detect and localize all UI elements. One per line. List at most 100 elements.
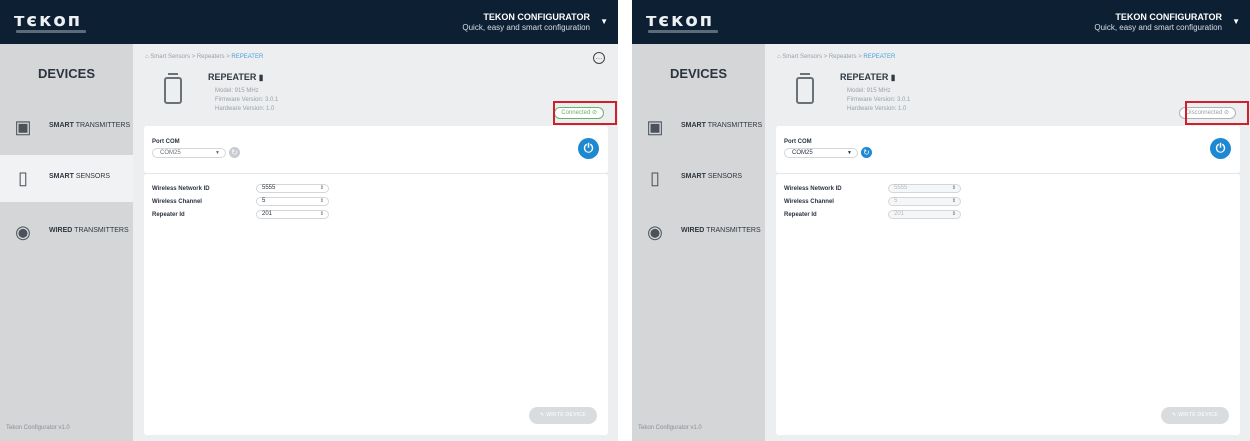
app-version: Tekon Configurator v1.0 <box>6 425 70 431</box>
breadcrumb-repeaters[interactable]: Repeaters <box>829 54 857 60</box>
sidebar-item-label: SMART TRANSMITTERS <box>49 122 131 129</box>
port-card: Port COM COM25 ▼ ↻ ⏻ <box>776 126 1240 173</box>
stepper-icon[interactable]: ⇕ <box>952 198 956 205</box>
brand-subtitle: Quick, easy and smart configuration <box>1094 23 1222 32</box>
screenshot-stage: тєкоп TEKON CONFIGURATOR Quick, easy and… <box>0 0 1250 441</box>
device-meta: Model: 915 MHz Firmware Version: 3.0.1 H… <box>215 87 278 114</box>
datasheet-icon[interactable]: ▮ <box>259 73 263 82</box>
tekon-logo: тєкоп <box>14 10 83 31</box>
wireless-channel-input[interactable]: 5 ⇕ <box>888 197 961 206</box>
firmware-version: Firmware Version: 3.0.1 <box>215 97 279 103</box>
firmware-version: Firmware Version: 3.0.1 <box>847 97 911 103</box>
connect-power-button[interactable]: ⏻ <box>578 138 599 159</box>
port-com-label: Port COM <box>784 139 812 145</box>
wireless-network-id-input[interactable]: 5555 ⇕ <box>888 184 961 193</box>
breadcrumb-current: REPEATER <box>863 54 896 60</box>
refresh-ports-button[interactable]: ↻ <box>861 147 872 158</box>
brand-title: TEKON CONFIGURATOR <box>1115 12 1222 22</box>
app-window-disconnected: тєкоп TEKON CONFIGURATOR Quick, easy and… <box>632 0 1250 441</box>
top-bar: тєкоп TEKON CONFIGURATOR Quick, easy and… <box>0 0 618 44</box>
hardware-version: Hardware Version: 1.0 <box>847 106 907 112</box>
settings-card: Wireless Network ID 5555 ⇕ Wireless Chann… <box>144 173 608 435</box>
status-highlight-box <box>553 101 617 125</box>
breadcrumb-separator: > <box>858 54 862 60</box>
breadcrumb: ⌂ Smart Sensors > Repeaters > REPEATER <box>777 54 895 60</box>
breadcrumb-smart-sensors[interactable]: Smart Sensors <box>782 54 822 60</box>
breadcrumb-smart-sensors[interactable]: Smart Sensors <box>150 54 190 60</box>
device-name: REPEATER ▮ <box>208 72 264 82</box>
logo-tagline-bar <box>16 30 86 33</box>
wireless-channel-input[interactable]: 5 ⇕ <box>256 197 329 206</box>
account-menu-chevron-icon[interactable]: ▼ <box>600 17 608 26</box>
stepper-icon[interactable]: ⇕ <box>320 198 324 205</box>
app-window-connected: тєкоп TEKON CONFIGURATOR Quick, easy and… <box>0 0 618 441</box>
port-com-label: Port COM <box>152 139 180 145</box>
main-content: ⌂ Smart Sensors > Repeaters > REPEATER …… <box>133 44 618 441</box>
wireless-network-id-input[interactable]: 5555 ⇕ <box>256 184 329 193</box>
wireless-network-id-label: Wireless Network ID <box>784 186 842 192</box>
sensor-icon: ▯ <box>18 168 28 188</box>
sidebar: DEVICES ▣ SMART TRANSMITTERS ▯ SMART SEN… <box>0 44 133 441</box>
write-device-button[interactable]: ✎ WRITE DEVICE <box>1161 407 1229 424</box>
refresh-ports-button[interactable]: ↻ <box>229 147 240 158</box>
repeater-id-input[interactable]: 201 ⇕ <box>256 210 329 219</box>
more-options-icon[interactable]: … <box>593 52 605 64</box>
port-card: Port COM COM25 ▼ ↻ ⏻ <box>144 126 608 173</box>
repeater-id-input[interactable]: 201 ⇕ <box>888 210 961 219</box>
device-meta: Model: 915 MHz Firmware Version: 3.0.1 H… <box>847 87 910 114</box>
port-com-select[interactable]: COM25 ▼ <box>152 148 226 158</box>
chevron-down-icon: ▼ <box>215 150 220 156</box>
sidebar-item-label: SMART SENSORS <box>681 173 743 180</box>
breadcrumb-current: REPEATER <box>231 54 264 60</box>
sidebar-item-label: SMART SENSORS <box>49 173 111 180</box>
breadcrumb-repeaters[interactable]: Repeaters <box>197 54 225 60</box>
sidebar-item-smart-sensors[interactable]: ▯ SMART SENSORS <box>632 155 765 202</box>
brand-block: TEKON CONFIGURATOR Quick, easy and smart… <box>462 12 590 33</box>
connect-power-button[interactable]: ⏻ <box>1210 138 1231 159</box>
logo-tagline-bar <box>648 30 718 33</box>
settings-card: Wireless Network ID 5555 ⇕ Wireless Chann… <box>776 173 1240 435</box>
device-model: Model: 915 MHz <box>847 88 891 94</box>
sidebar-item-smart-transmitters[interactable]: ▣ SMART TRANSMITTERS <box>632 104 765 151</box>
stepper-icon[interactable]: ⇕ <box>952 185 956 192</box>
repeater-id-label: Repeater Id <box>152 212 185 218</box>
breadcrumb-separator: > <box>226 54 230 60</box>
repeater-device-icon <box>796 73 814 104</box>
write-device-button[interactable]: ✎ WRITE DEVICE <box>529 407 597 424</box>
sensor-icon: ▯ <box>650 168 660 188</box>
device-model: Model: 915 MHz <box>215 88 259 94</box>
brand-title: TEKON CONFIGURATOR <box>483 12 590 22</box>
device-name: REPEATER ▮ <box>840 72 896 82</box>
main-content: ⌂ Smart Sensors > Repeaters > REPEATER R… <box>765 44 1250 441</box>
sidebar-title: DEVICES <box>669 66 728 81</box>
breadcrumb: ⌂ Smart Sensors > Repeaters > REPEATER <box>145 54 263 60</box>
breadcrumb-separator: > <box>191 54 196 60</box>
sidebar-title: DEVICES <box>37 66 96 81</box>
datasheet-icon[interactable]: ▮ <box>891 73 895 82</box>
sidebar-item-label: WIRED TRANSMITTERS <box>681 227 761 234</box>
stepper-icon[interactable]: ⇕ <box>952 211 956 218</box>
sidebar-item-wired-transmitters[interactable]: ◉ WIRED TRANSMITTERS <box>0 209 133 256</box>
sidebar-item-label: SMART TRANSMITTERS <box>681 122 763 129</box>
account-menu-chevron-icon[interactable]: ▼ <box>1232 17 1240 26</box>
chevron-down-icon: ▼ <box>847 150 852 156</box>
sidebar-item-label: WIRED TRANSMITTERS <box>49 227 129 234</box>
wired-transmitter-icon: ◉ <box>647 222 663 242</box>
transmitter-icon: ▣ <box>646 117 664 137</box>
sidebar-item-smart-sensors[interactable]: ▯ SMART SENSORS <box>0 155 133 202</box>
brand-block: TEKON CONFIGURATOR Quick, easy and smart… <box>1094 12 1222 33</box>
tekon-logo: тєкоп <box>646 10 715 31</box>
app-version: Tekon Configurator v1.0 <box>638 425 702 431</box>
repeater-id-label: Repeater Id <box>784 212 817 218</box>
stepper-icon[interactable]: ⇕ <box>320 211 324 218</box>
stepper-icon[interactable]: ⇕ <box>320 185 324 192</box>
sidebar-item-smart-transmitters[interactable]: ▣ SMART TRANSMITTERS <box>0 104 133 151</box>
sidebar-item-wired-transmitters[interactable]: ◉ WIRED TRANSMITTERS <box>632 209 765 256</box>
port-com-select[interactable]: COM25 ▼ <box>784 148 858 158</box>
repeater-device-icon <box>164 73 182 104</box>
brand-subtitle: Quick, easy and smart configuration <box>462 23 590 32</box>
wireless-channel-label: Wireless Channel <box>784 199 834 205</box>
wireless-network-id-label: Wireless Network ID <box>152 186 210 192</box>
wired-transmitter-icon: ◉ <box>15 222 31 242</box>
transmitter-icon: ▣ <box>14 117 32 137</box>
